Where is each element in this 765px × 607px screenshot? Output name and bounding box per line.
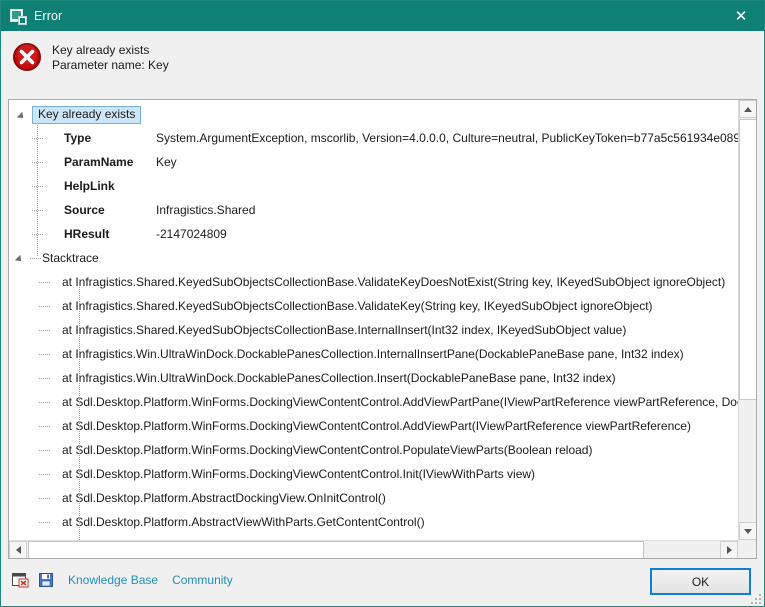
- tree-connector: [39, 329, 50, 331]
- tree-connector: [32, 209, 43, 211]
- stacktrace-line[interactable]: at Infragistics.Win.UltraWinDock.Dockabl…: [9, 366, 738, 390]
- tree-connector: [39, 401, 50, 403]
- error-header: Key already exists Parameter name: Key: [1, 31, 764, 96]
- scroll-left-arrow-icon[interactable]: [9, 541, 27, 558]
- tree-node-property[interactable]: Type System.ArgumentException, mscorlib, …: [9, 126, 738, 150]
- tree-connector: [39, 449, 50, 451]
- property-value: System.ArgumentException, mscorlib, Vers…: [156, 131, 738, 145]
- title-bar: Error ✕: [1, 1, 764, 31]
- property-value: Key: [156, 155, 177, 169]
- stacktrace-line[interactable]: at Sdl.Desktop.Platform.WinForms.Docking…: [9, 438, 738, 462]
- error-message: Key already exists Parameter name: Key: [52, 42, 169, 72]
- vertical-scrollbar[interactable]: [738, 100, 756, 540]
- tree-node-property[interactable]: Source Infragistics.Shared: [9, 198, 738, 222]
- community-link[interactable]: Community: [172, 573, 233, 587]
- tree-node-root[interactable]: Key already exists: [9, 104, 738, 126]
- tree-node-property[interactable]: HelpLink: [9, 174, 738, 198]
- tree-node-property[interactable]: HResult -2147024809: [9, 222, 738, 246]
- tree-connector: [39, 497, 50, 499]
- tree-node-property[interactable]: ParamName Key: [9, 150, 738, 174]
- tree-node-root-label: Key already exists: [32, 106, 142, 124]
- stacktrace-line-text: at Sdl.Desktop.Platform.WinForms.Docking…: [62, 467, 536, 481]
- save-floppy-icon[interactable]: [38, 572, 55, 588]
- scroll-right-arrow-icon[interactable]: [720, 541, 738, 558]
- error-message-line2: Parameter name: Key: [52, 57, 169, 72]
- property-value: -2147024809: [156, 227, 227, 241]
- tree-connector: [32, 185, 43, 187]
- property-value: Infragistics.Shared: [156, 203, 256, 217]
- scroll-down-arrow-icon[interactable]: [739, 522, 756, 540]
- tree-connector: [39, 353, 50, 355]
- tree-connector: [32, 161, 43, 163]
- tree-connector: [39, 377, 50, 379]
- tree-connector: [32, 137, 43, 139]
- tree-connector: [39, 305, 50, 307]
- tree-node-stacktrace-label: Stacktrace: [42, 251, 99, 265]
- collapse-triangle-icon[interactable]: [17, 109, 30, 122]
- stacktrace-line-text: at Infragistics.Shared.KeyedSubObjectsCo…: [62, 299, 653, 313]
- tree-node-stacktrace[interactable]: Stacktrace: [9, 246, 738, 270]
- error-circle-icon: [12, 42, 42, 72]
- stacktrace-line[interactable]: at Sdl.Desktop.Platform.WinForms.Docking…: [9, 462, 738, 486]
- stacktrace-line[interactable]: at Infragistics.Shared.KeyedSubObjectsCo…: [9, 318, 738, 342]
- stacktrace-line[interactable]: at Infragistics.Shared.KeyedSubObjectsCo…: [9, 270, 738, 294]
- stacktrace-line-text: at Sdl.Desktop.Platform.WinForms.Docking…: [62, 419, 691, 433]
- exception-tree[interactable]: Key already exists Type System.ArgumentEx…: [9, 100, 738, 540]
- property-key: Source: [64, 203, 105, 217]
- close-icon[interactable]: ✕: [718, 1, 764, 31]
- stacktrace-line[interactable]: at Infragistics.Shared.KeyedSubObjectsCo…: [9, 294, 738, 318]
- tree-connector: [39, 473, 50, 475]
- stacktrace-line-text: at Sdl.Desktop.Platform.WinForms.Docking…: [62, 395, 738, 409]
- stacktrace-line[interactable]: at Infragistics.Win.UltraWinDock.Dockabl…: [9, 342, 738, 366]
- stacktrace-line-text: at Infragistics.Win.UltraWinDock.Dockabl…: [62, 347, 684, 361]
- stacktrace-line-text: at Infragistics.Shared.KeyedSubObjectsCo…: [62, 275, 726, 289]
- resize-grip[interactable]: [749, 592, 761, 604]
- tree-connector: [39, 281, 50, 283]
- horizontal-scrollbar[interactable]: [9, 540, 738, 558]
- tree-connector: [39, 425, 50, 427]
- scrollbar-corner: [738, 540, 756, 558]
- horizontal-scrollbar-thumb[interactable]: [28, 541, 644, 558]
- property-key: ParamName: [64, 155, 134, 169]
- exception-details-panel: Key already exists Type System.ArgumentEx…: [8, 99, 757, 559]
- dialog-footer: Knowledge Base Community OK: [1, 559, 764, 606]
- property-key: HelpLink: [64, 179, 115, 193]
- tree-connector: [39, 521, 50, 523]
- tree-connector: [32, 233, 43, 235]
- stacktrace-line[interactable]: at Sdl.Desktop.Platform.AbstractDockingV…: [9, 486, 738, 510]
- knowledge-base-link[interactable]: Knowledge Base: [68, 573, 158, 587]
- stacktrace-line-text: at Infragistics.Shared.KeyedSubObjectsCo…: [62, 323, 627, 337]
- property-key: Type: [64, 131, 92, 145]
- stacktrace-line[interactable]: at Sdl.Desktop.Platform.WinForms.Docking…: [9, 390, 738, 414]
- tree-connector: [30, 257, 41, 259]
- stacktrace-line[interactable]: at Sdl.Desktop.Platform.AbstractViewWith…: [9, 510, 738, 534]
- ok-button[interactable]: OK: [650, 568, 751, 595]
- tree-guide-line: [79, 280, 80, 540]
- stacktrace-line-text: at Sdl.Desktop.Platform.AbstractDockingV…: [62, 491, 386, 505]
- stacktrace-line-text: at Sdl.Desktop.Platform.WinForms.Docking…: [62, 443, 593, 457]
- copy-error-details-icon[interactable]: [12, 572, 29, 588]
- vertical-scrollbar-thumb[interactable]: [739, 119, 756, 400]
- error-dialog: Error ✕ Key already exists Parameter nam…: [0, 0, 765, 607]
- stacktrace-line[interactable]: at Sdl.Desktop.Platform.WinForms.Docking…: [9, 414, 738, 438]
- error-report-window-icon: [10, 8, 27, 25]
- property-key: HResult: [64, 227, 110, 241]
- error-message-line1: Key already exists: [52, 43, 150, 57]
- stacktrace-line-text: at Infragistics.Win.UltraWinDock.Dockabl…: [62, 371, 616, 385]
- stacktrace-line-text: at Sdl.Desktop.Platform.AbstractViewWith…: [62, 515, 425, 529]
- collapse-triangle-icon[interactable]: [15, 252, 28, 265]
- scroll-up-arrow-icon[interactable]: [739, 100, 756, 118]
- window-title: Error: [34, 9, 63, 23]
